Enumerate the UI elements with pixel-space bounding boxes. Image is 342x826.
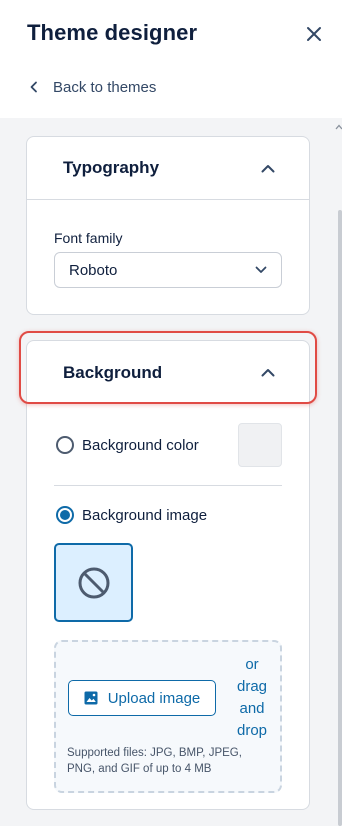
image-icon (84, 691, 98, 705)
scroll-up-arrow-icon[interactable] (335, 124, 342, 130)
upload-image-button[interactable]: Upload image (68, 680, 216, 716)
back-link-label: Back to themes (53, 78, 157, 96)
typography-divider (27, 199, 309, 200)
background-color-label: Background color (82, 436, 199, 454)
image-dropzone[interactable]: Upload image or drag and drop Supported … (54, 640, 282, 793)
background-image-radio[interactable] (56, 506, 74, 524)
chevron-up-icon (261, 164, 275, 172)
close-icon (307, 27, 321, 41)
background-header[interactable]: Background (27, 341, 309, 404)
drag-word: drag (236, 678, 268, 695)
background-color-radio[interactable] (56, 436, 74, 454)
drag-word: drop (236, 722, 268, 739)
background-options-divider (54, 485, 282, 486)
upload-image-label: Upload image (107, 689, 201, 707)
background-title: Background (63, 362, 163, 382)
scrollbar-thumb[interactable] (338, 210, 342, 826)
background-image-label: Background image (82, 506, 208, 524)
theme-designer-panel: Theme designer Back to themes Typography… (0, 0, 342, 826)
no-image-tile[interactable] (54, 543, 133, 622)
typography-header[interactable]: Typography (27, 137, 309, 199)
back-to-themes-link[interactable]: Back to themes (29, 76, 156, 98)
background-color-swatch[interactable] (238, 423, 282, 467)
background-card: Background Background color Background i… (26, 340, 310, 810)
drag-and-drop-text: or drag and drop (228, 654, 276, 742)
typography-card: Typography Font family Roboto (26, 136, 310, 315)
drag-word: or (245, 656, 259, 673)
page-title: Theme designer (27, 20, 198, 45)
font-family-select[interactable]: Roboto (54, 252, 282, 288)
font-family-label: Font family (54, 230, 123, 246)
no-image-icon (78, 567, 109, 598)
background-color-option[interactable]: Background color (56, 436, 199, 454)
close-button[interactable] (302, 22, 326, 46)
background-image-option[interactable]: Background image (56, 506, 207, 524)
supported-files-text: Supported files: JPG, BMP, JPEG, PNG, an… (67, 747, 242, 775)
chevron-left-icon (30, 81, 37, 93)
drag-word: and (239, 700, 265, 717)
chevron-down-icon (255, 266, 267, 273)
chevron-up-icon (261, 369, 275, 377)
font-family-value: Roboto (69, 261, 118, 279)
typography-title: Typography (63, 158, 160, 177)
